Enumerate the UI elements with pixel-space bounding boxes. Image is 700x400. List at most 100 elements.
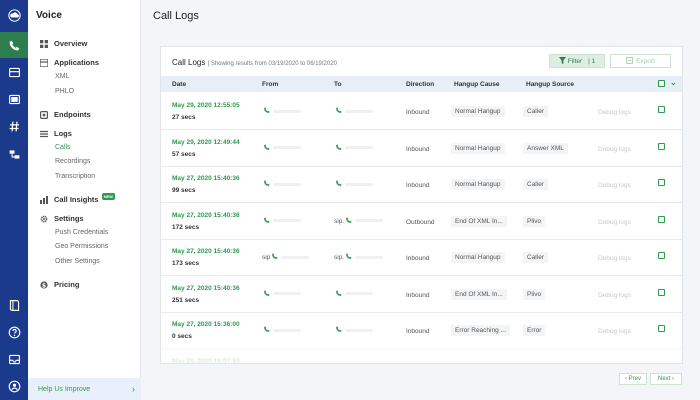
nav-call-insights[interactable]: Call Insights NEW	[40, 193, 115, 204]
nav-endpoints[interactable]: Endpoints	[40, 110, 91, 119]
row-date: May 29, 2020 12:55:05	[172, 102, 240, 109]
redacted-number	[345, 146, 373, 150]
hash-icon[interactable]	[0, 113, 28, 139]
help-us-improve-link[interactable]: Help Us Improve ›	[28, 378, 141, 400]
app-window: Voice Overview Applications XML PHLO End…	[0, 0, 700, 400]
row-checkbox[interactable]	[658, 106, 665, 113]
to-phone-icon	[336, 107, 342, 115]
redacted-number	[345, 292, 373, 296]
nav-overview[interactable]: Overview	[40, 39, 87, 48]
row-from: sip	[262, 253, 310, 261]
nav-overview-label: Overview	[54, 39, 88, 48]
icon-rail	[0, 0, 28, 400]
voice-phone-icon[interactable]	[0, 32, 28, 58]
debug-logs-link[interactable]: Debug logs	[598, 328, 631, 335]
nav-sub-phlo[interactable]: PHLO	[55, 88, 74, 95]
table-row[interactable]: May 27, 2020 15:40:36 172 secs sip. Outboun…	[161, 203, 682, 240]
messaging-icon[interactable]	[0, 59, 28, 85]
numbers-icon[interactable]	[0, 86, 28, 112]
debug-logs-link[interactable]: Debug logs	[598, 146, 631, 153]
redacted-number	[355, 255, 384, 259]
row-direction: Outbound	[406, 218, 435, 226]
nav-settings[interactable]: Settings	[40, 214, 84, 223]
row-checkbox[interactable]	[658, 179, 665, 186]
row-duration: 27 secs	[172, 114, 196, 121]
export-icon	[626, 56, 634, 66]
table-row[interactable]: May 29, 2020 12:55:05 27 secs Inbound Norma…	[161, 93, 682, 130]
redacted-number	[345, 109, 373, 113]
row-hangup-cause: Normal Hangup	[451, 179, 505, 190]
table-row[interactable]: May 27, 2020 15:40:36 251 secs Inbound End …	[161, 276, 682, 313]
nav-settings-label: Settings	[54, 214, 84, 223]
redacted-number	[345, 328, 373, 332]
debug-logs-link[interactable]: Debug logs	[598, 109, 631, 116]
nav-sub-calls[interactable]: Calls	[55, 144, 71, 151]
cloud-logo-icon[interactable]	[0, 2, 28, 28]
row-direction: Inbound	[406, 255, 430, 262]
row-checkbox[interactable]	[658, 325, 665, 332]
row-to	[334, 326, 373, 334]
table-row[interactable]: May 29, 2020 12:49:44 57 secs Inbound Norma…	[161, 130, 682, 167]
redacted-number	[345, 182, 373, 186]
help-us-improve-label: Help Us Improve	[38, 385, 91, 393]
nav-sub-recordings[interactable]: Recordings	[55, 158, 90, 165]
row-hangup-source: Plivo	[523, 288, 546, 300]
chevron-down-icon[interactable]: ⌄	[670, 78, 677, 87]
row-date: May 27, 2020 15:40:36	[172, 211, 240, 219]
to-phone-icon	[336, 326, 342, 334]
row-hangup-source: Caller	[523, 106, 548, 117]
col-hangup-cause[interactable]: Hangup Cause	[454, 81, 500, 88]
from-phone-icon	[264, 362, 266, 363]
row-checkbox[interactable]	[658, 288, 665, 296]
help-icon[interactable]	[0, 319, 28, 345]
row-to	[334, 289, 373, 298]
table-row[interactable]: May 27, 2020 15:36:00 0 secs Inbound Error …	[161, 312, 682, 349]
row-hangup-source: Plivo	[523, 215, 546, 227]
debug-logs-link[interactable]: Debug logs	[598, 182, 631, 189]
select-all-checkbox[interactable]	[658, 80, 665, 87]
row-from	[262, 143, 301, 152]
debug-logs-link[interactable]: Debug logs	[598, 292, 631, 299]
row-hangup-cause: Normal Hangup	[451, 252, 505, 263]
row-direction: Inbound	[406, 291, 430, 299]
row-from	[262, 216, 301, 225]
redacted-number	[273, 146, 301, 150]
nav-sub-transcription[interactable]: Transcription	[55, 173, 95, 180]
nav-applications[interactable]: Applications	[39, 57, 99, 68]
account-icon[interactable]	[0, 373, 28, 399]
inbox-icon[interactable]	[0, 346, 28, 372]
next-button[interactable]: Next ›	[650, 373, 682, 385]
nav-sub-other-settings[interactable]: Other Settings	[55, 258, 100, 265]
row-checkbox[interactable]	[658, 142, 665, 150]
prev-button[interactable]: ‹ Prev	[619, 373, 647, 385]
nav-sub-geo-permissions[interactable]: Geo Permissions	[55, 243, 108, 250]
flow-icon[interactable]	[0, 141, 28, 167]
nav-pricing[interactable]: $ Pricing	[40, 280, 79, 289]
col-date[interactable]: Date	[172, 81, 186, 88]
nav-logs[interactable]: Logs	[40, 129, 72, 138]
debug-logs-link[interactable]: Debug logs	[598, 255, 631, 262]
table-row[interactable]: May 27, 2020 15:40:36 99 secs Inbound Norma…	[161, 166, 682, 203]
row-duration: 57 secs	[172, 150, 196, 158]
grid-icon	[40, 39, 48, 48]
row-to	[334, 143, 373, 152]
col-hangup-source[interactable]: Hangup Source	[526, 81, 574, 88]
table-row[interactable]: May 27, 2020 15:40:36 173 secs sip sip. Inbo…	[161, 239, 682, 276]
row-checkbox[interactable]	[658, 252, 665, 259]
debug-logs-link[interactable]: Debug logs	[598, 219, 631, 226]
row-checkbox[interactable]	[658, 215, 665, 223]
row-date: May 27, 2020 15:40:36	[172, 175, 240, 182]
nav-sub-push-credentials[interactable]: Push Credentials	[55, 229, 108, 236]
export-button[interactable]: Export	[610, 54, 671, 68]
col-to[interactable]: To	[334, 81, 341, 88]
filter-button[interactable]: Filter | 1	[549, 54, 605, 68]
nav-sub-xml[interactable]: XML	[55, 73, 69, 80]
row-hangup-cause: End Of XML In...	[451, 288, 507, 300]
row-from	[262, 326, 301, 334]
col-direction[interactable]: Direction	[406, 81, 434, 88]
row-to: sip.	[334, 216, 384, 225]
col-from[interactable]: From	[262, 81, 278, 88]
row-from	[262, 289, 301, 298]
to-phone-icon	[346, 216, 352, 225]
docs-book-icon[interactable]	[0, 292, 28, 318]
